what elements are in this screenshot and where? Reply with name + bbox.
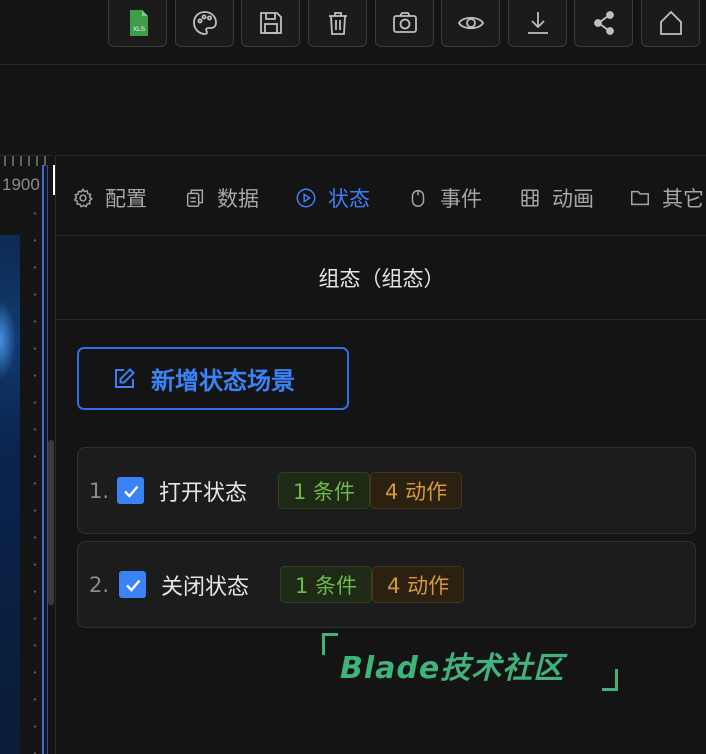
- tab-animation[interactable]: 动画: [519, 183, 594, 213]
- add-state-label: 新增状态场景: [151, 367, 295, 395]
- panel-resize-handle[interactable]: [48, 440, 54, 605]
- section-title: 组态（组态）: [56, 236, 706, 320]
- play-circle-icon: [296, 188, 316, 208]
- screenshot-button[interactable]: [375, 0, 434, 47]
- eye-icon: [457, 16, 484, 29]
- add-state-scene-button[interactable]: 新增状态场景: [77, 347, 349, 410]
- tab-label: 其它: [662, 187, 704, 211]
- download-button[interactable]: [508, 0, 567, 47]
- top-toolbar: XLS: [0, 0, 706, 65]
- state-name: 关闭状态: [161, 574, 250, 600]
- watermark-bracket-bottom-right: [602, 669, 618, 691]
- camera-icon: [392, 11, 417, 33]
- delete-button[interactable]: [308, 0, 367, 47]
- copy-icon: [186, 189, 204, 207]
- save-icon: [259, 11, 282, 34]
- film-icon: [521, 189, 539, 207]
- tab-label: 状态: [328, 187, 370, 211]
- home-icon: [659, 10, 682, 35]
- tab-config[interactable]: 配置: [72, 183, 147, 213]
- actions-tag[interactable]: 4 动作: [372, 566, 465, 603]
- folder-icon: [631, 190, 649, 206]
- state-index: 1.: [89, 478, 110, 503]
- ruler-label: 1900: [2, 175, 40, 194]
- tab-label: 事件: [440, 187, 482, 211]
- state-row[interactable]: 1. 打开状态 1 条件 4 动作: [77, 447, 696, 534]
- state-enable-checkbox[interactable]: [119, 571, 146, 598]
- edit-icon: [115, 367, 135, 388]
- watermark-text: Blade技术社区: [340, 651, 565, 686]
- xls-badge: XLS: [132, 26, 145, 33]
- check-icon: [125, 579, 140, 592]
- home-button[interactable]: [641, 0, 700, 47]
- horizontal-ruler: 1900: [0, 155, 52, 200]
- state-name: 打开状态: [159, 480, 248, 506]
- panel-tabs: 配置 数据 状态 事件 动画 其它: [56, 156, 706, 236]
- tab-state[interactable]: 状态: [295, 183, 370, 213]
- watermark-bracket-top-left: [322, 633, 338, 655]
- mouse-icon: [411, 189, 425, 207]
- save-button[interactable]: [241, 0, 300, 47]
- download-icon: [527, 11, 548, 34]
- state-enable-checkbox[interactable]: [117, 477, 144, 504]
- trash-icon: [328, 11, 347, 35]
- tab-event[interactable]: 事件: [407, 183, 482, 213]
- check-icon: [123, 485, 138, 498]
- tab-label: 配置: [105, 187, 147, 211]
- gear-icon: [73, 187, 93, 208]
- conditions-tag[interactable]: 1 条件: [278, 472, 371, 509]
- share-icon: [593, 10, 614, 35]
- watermark: Blade技术社区: [322, 633, 622, 695]
- canvas-glow: [0, 300, 16, 380]
- app-root: XLS 1900 配置 数据 状态 事件 动画 其它 组态（组态） 新增状态场景…: [0, 0, 706, 754]
- theme-button[interactable]: [175, 0, 234, 47]
- state-index: 2.: [89, 572, 110, 597]
- tab-data[interactable]: 数据: [184, 183, 259, 213]
- actions-tag[interactable]: 4 动作: [370, 472, 463, 509]
- excel-file-icon: XLS: [129, 9, 148, 36]
- export-excel-button[interactable]: XLS: [108, 0, 167, 47]
- ruler-ticks: [4, 156, 46, 166]
- conditions-tag[interactable]: 1 条件: [280, 566, 373, 603]
- canvas-guide-line: [42, 165, 44, 754]
- preview-button[interactable]: [441, 0, 500, 47]
- tab-label: 动画: [552, 187, 594, 211]
- palette-icon: [192, 10, 217, 35]
- share-button[interactable]: [574, 0, 633, 47]
- tab-label: 数据: [217, 187, 259, 211]
- tab-other[interactable]: 其它: [629, 183, 704, 213]
- ruler-dots: [33, 200, 37, 754]
- state-row[interactable]: 2. 关闭状态 1 条件 4 动作: [77, 541, 696, 628]
